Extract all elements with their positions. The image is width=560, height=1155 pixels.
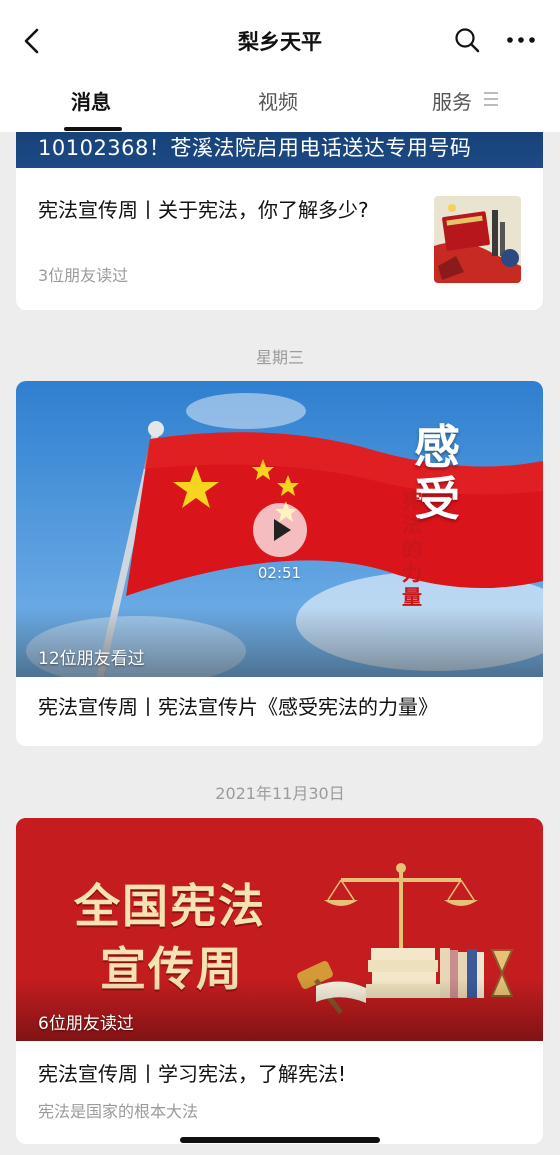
article-title[interactable]: 宪法宣传周丨关于宪法，你了解多少? (38, 194, 408, 226)
friends-read-count: 3位朋友读过 (38, 266, 129, 285)
banner-headline: 10102368！苍溪法院启用电话送达专用号码 (38, 136, 472, 160)
search-icon[interactable] (453, 26, 481, 54)
friends-watched-count: 12位朋友看过 (38, 649, 145, 669)
cover-headline-line1: 全国宪法 (74, 879, 266, 933)
article-title[interactable]: 宪法宣传周丨学习宪法，了解宪法! (38, 1058, 346, 1087)
menu-lines-icon[interactable] (484, 92, 498, 108)
article-cover-image[interactable]: 全国宪法 宣传周 6位朋友读过 (16, 818, 543, 1041)
friends-read-count: 6位朋友读过 (38, 1014, 134, 1034)
article-thumbnail[interactable] (434, 196, 521, 283)
more-horizontal-icon[interactable] (505, 28, 537, 52)
video-thumbnail[interactable]: 感受 宪法的力量 02:51 12位朋友看过 (16, 381, 543, 677)
play-icon (274, 519, 291, 541)
video-card-constitution-power[interactable]: 感受 宪法的力量 02:51 12位朋友看过 宪法宣传周丨宪法宣传片《感受宪法的… (16, 381, 543, 746)
play-button[interactable] (253, 503, 307, 557)
video-title[interactable]: 宪法宣传周丨宪法宣传片《感受宪法的力量》 (38, 691, 438, 720)
video-duration: 02:51 (257, 564, 302, 582)
date-divider: 2021年11月30日 (215, 784, 345, 803)
date-divider: 星期三 (255, 348, 304, 367)
active-tab-indicator (64, 127, 122, 131)
tab-messages[interactable]: 消息 (71, 86, 111, 115)
chevron-left-icon[interactable] (18, 26, 46, 56)
article-card-constitution-week[interactable]: 全国宪法 宣传周 6位朋友读过 宪法宣传周丨学习宪法，了解宪法! 宪法是国家的根… (16, 818, 543, 1144)
article-summary: 宪法是国家的根本大法 (38, 1102, 199, 1121)
tab-services[interactable]: 服务 (432, 86, 472, 115)
top-bar: 梨乡天平 消息 视频 服务 (0, 0, 560, 132)
video-overlay-subtitle: 宪法的力量 (402, 489, 422, 609)
home-indicator (180, 1137, 380, 1143)
tab-videos[interactable]: 视频 (258, 86, 298, 115)
